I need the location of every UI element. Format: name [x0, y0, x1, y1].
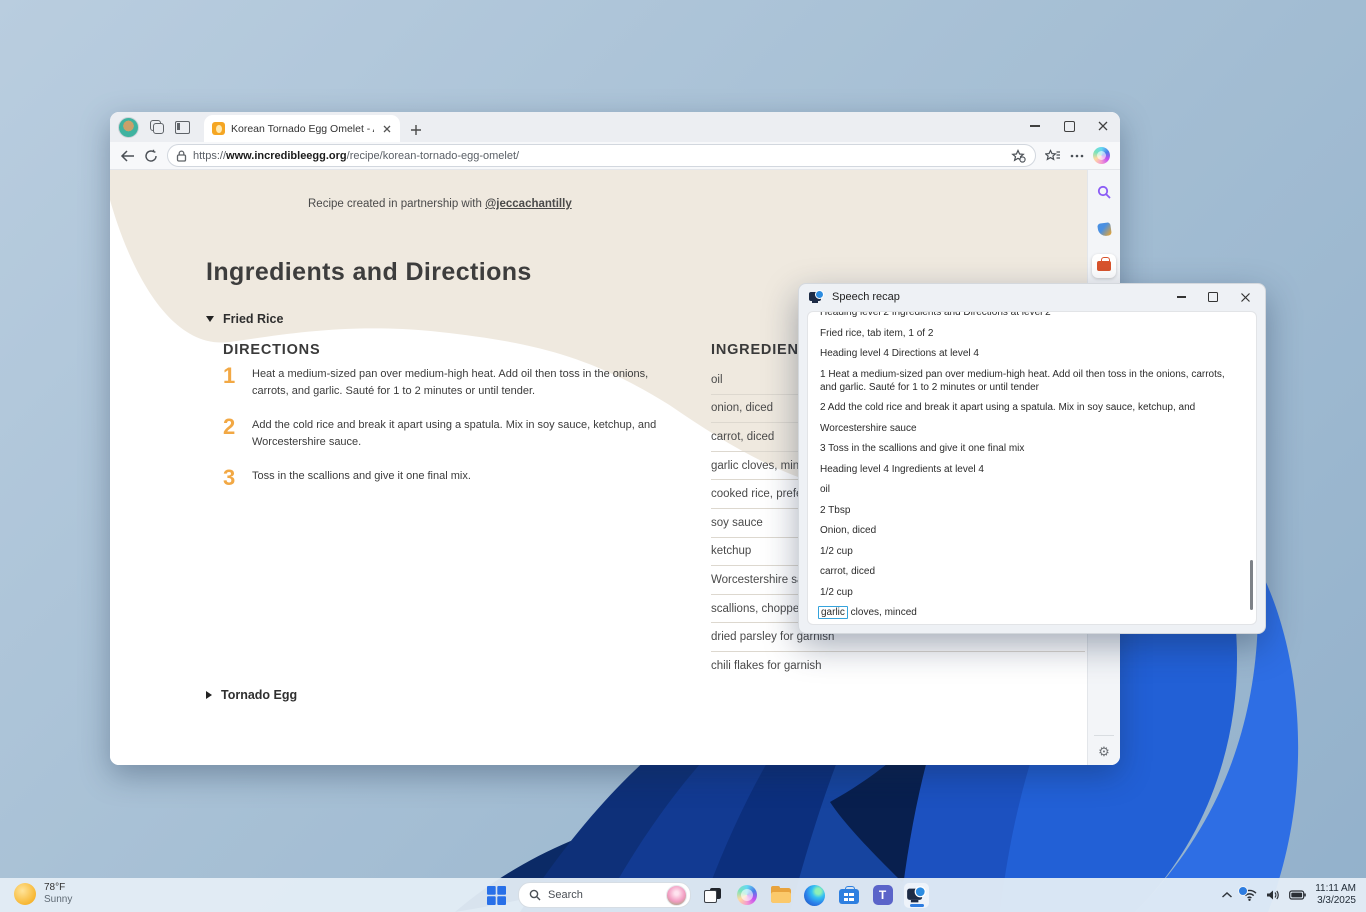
narrator-icon	[809, 291, 824, 304]
recap-line: Heading level 4 Ingredients at level 4	[820, 463, 1244, 476]
new-tab-button[interactable]	[410, 124, 422, 136]
refresh-button[interactable]	[144, 149, 158, 163]
sidebar-divider	[1094, 735, 1114, 736]
volume-icon[interactable]	[1266, 889, 1280, 901]
tray-chevron-icon[interactable]	[1221, 891, 1233, 899]
narrator-taskbar-icon[interactable]	[904, 883, 929, 908]
sidebar-search-icon[interactable]	[1092, 180, 1116, 204]
directions-list: 1 Heat a medium-sized pan over medium-hi…	[223, 366, 665, 505]
workspaces-icon[interactable]	[150, 120, 164, 134]
speech-scrollbar[interactable]	[1250, 560, 1253, 610]
recap-line: Fried rice, tab item, 1 of 2	[820, 327, 1244, 340]
recap-line: 3 Toss in the scallions and give it one …	[820, 442, 1244, 455]
speech-recap-log: Heading level 2 Ingredients and Directio…	[807, 311, 1257, 625]
task-view-button[interactable]	[700, 883, 725, 908]
directions-heading: DIRECTIONS	[223, 342, 320, 358]
edge-browser-icon[interactable]	[802, 883, 827, 908]
recap-line: carrot, diced	[820, 565, 1244, 578]
speech-recap-titlebar[interactable]: Speech recap	[799, 284, 1265, 310]
url-text: https://www.incredibleegg.org/recipe/kor…	[193, 150, 1005, 162]
wifi-icon[interactable]	[1242, 889, 1257, 901]
chevron-right-icon	[206, 691, 212, 699]
taskbar-clock[interactable]: 11:11 AM 3/3/2025	[1315, 883, 1356, 907]
microsoft-store-icon[interactable]	[836, 883, 861, 908]
clock-time: 11:11 AM	[1315, 883, 1356, 895]
recap-line: 1 Heat a medium-sized pan over medium-hi…	[820, 368, 1244, 394]
profile-avatar[interactable]	[118, 117, 139, 138]
recap-line: Onion, diced	[820, 524, 1244, 537]
browser-maximize-button[interactable]	[1052, 112, 1086, 140]
recap-line: Heading level 2 Ingredients and Directio…	[820, 311, 1244, 319]
page-title: Ingredients and Directions	[206, 258, 532, 287]
direction-step: 2 Add the cold rice and break it apart u…	[223, 417, 665, 451]
taskbar-search[interactable]: Search	[518, 882, 691, 908]
recap-line: Heading level 4 Directions at level 4	[820, 347, 1244, 360]
speech-maximize-button[interactable]	[1208, 292, 1218, 302]
partnership-link[interactable]: @jeccachantilly	[485, 198, 572, 210]
site-favicon	[212, 122, 225, 135]
teams-icon[interactable]: T	[870, 883, 895, 908]
search-highlight-image	[666, 885, 687, 906]
recap-line: 2 Tbsp	[820, 504, 1244, 517]
weather-widget[interactable]: 78°F Sunny	[14, 882, 72, 906]
browser-toolbar: https://www.incredibleegg.org/recipe/kor…	[110, 142, 1120, 170]
weather-condition: Sunny	[44, 894, 72, 906]
bookmark-star-icon[interactable]	[1011, 149, 1027, 163]
desktop: { "browser": { "tab": { "title": "Korean…	[0, 0, 1366, 912]
tornado-egg-accordion[interactable]: Tornado Egg	[206, 688, 297, 702]
start-button[interactable]	[484, 883, 509, 908]
address-bar[interactable]: https://www.incredibleegg.org/recipe/kor…	[167, 144, 1036, 167]
battery-icon[interactable]	[1289, 890, 1306, 900]
browser-minimize-button[interactable]	[1018, 112, 1052, 140]
favorites-icon[interactable]	[1045, 149, 1061, 163]
tab-title: Korean Tornado Egg Omelet - A	[231, 123, 374, 135]
recap-line-highlighted: garlic cloves, minced	[820, 606, 1244, 619]
recap-line: 2 Add the cold rice and break it apart u…	[820, 401, 1244, 414]
back-button[interactable]	[120, 150, 135, 162]
sidebar-tools-icon[interactable]	[1092, 254, 1116, 278]
recap-line: 1/2 cup	[820, 545, 1244, 558]
fried-rice-accordion[interactable]: Fried Rice	[206, 312, 283, 326]
tab-actions-icon[interactable]	[175, 121, 190, 134]
browser-tab[interactable]: Korean Tornado Egg Omelet - A	[204, 115, 400, 142]
tab-close-icon[interactable]	[380, 122, 394, 136]
sidebar-settings-icon[interactable]: ⚙	[1088, 744, 1120, 760]
clock-date: 3/3/2025	[1315, 895, 1356, 907]
site-info-icon[interactable]	[176, 150, 187, 162]
weather-temp: 78°F	[44, 882, 72, 894]
direction-step: 1 Heat a medium-sized pan over medium-hi…	[223, 366, 665, 400]
sun-icon	[14, 883, 36, 905]
taskbar: 78°F Sunny Search T	[0, 878, 1366, 912]
partnership-note: Recipe created in partnership with @jecc…	[308, 198, 572, 210]
copilot-icon[interactable]	[1093, 147, 1110, 164]
tab-strip[interactable]: Korean Tornado Egg Omelet - A	[110, 112, 1120, 142]
sidebar-shopping-icon[interactable]	[1092, 217, 1116, 241]
copilot-taskbar-icon[interactable]	[734, 883, 759, 908]
search-icon	[529, 889, 541, 901]
settings-menu-icon[interactable]	[1070, 154, 1084, 158]
search-label: Search	[548, 889, 659, 901]
file-explorer-icon[interactable]	[768, 883, 793, 908]
recap-line: 1/2 cup	[820, 586, 1244, 599]
recap-line: oil	[820, 483, 1244, 496]
browser-close-button[interactable]	[1086, 112, 1120, 140]
speech-recap-title: Speech recap	[832, 291, 1169, 303]
ingredient-item: chili flakes for garnish	[711, 652, 1085, 680]
active-app-indicator	[910, 904, 924, 907]
highlighted-word: garlic	[818, 606, 848, 619]
speech-minimize-button[interactable]	[1177, 296, 1186, 297]
speech-close-button[interactable]	[1240, 292, 1251, 303]
recap-line: Worcestershire sauce	[820, 422, 1244, 435]
chevron-down-icon	[206, 316, 214, 322]
speech-recap-window: Speech recap Heading level 2 Ingredients…	[798, 283, 1266, 634]
direction-step: 3 Toss in the scallions and give it one …	[223, 468, 665, 488]
